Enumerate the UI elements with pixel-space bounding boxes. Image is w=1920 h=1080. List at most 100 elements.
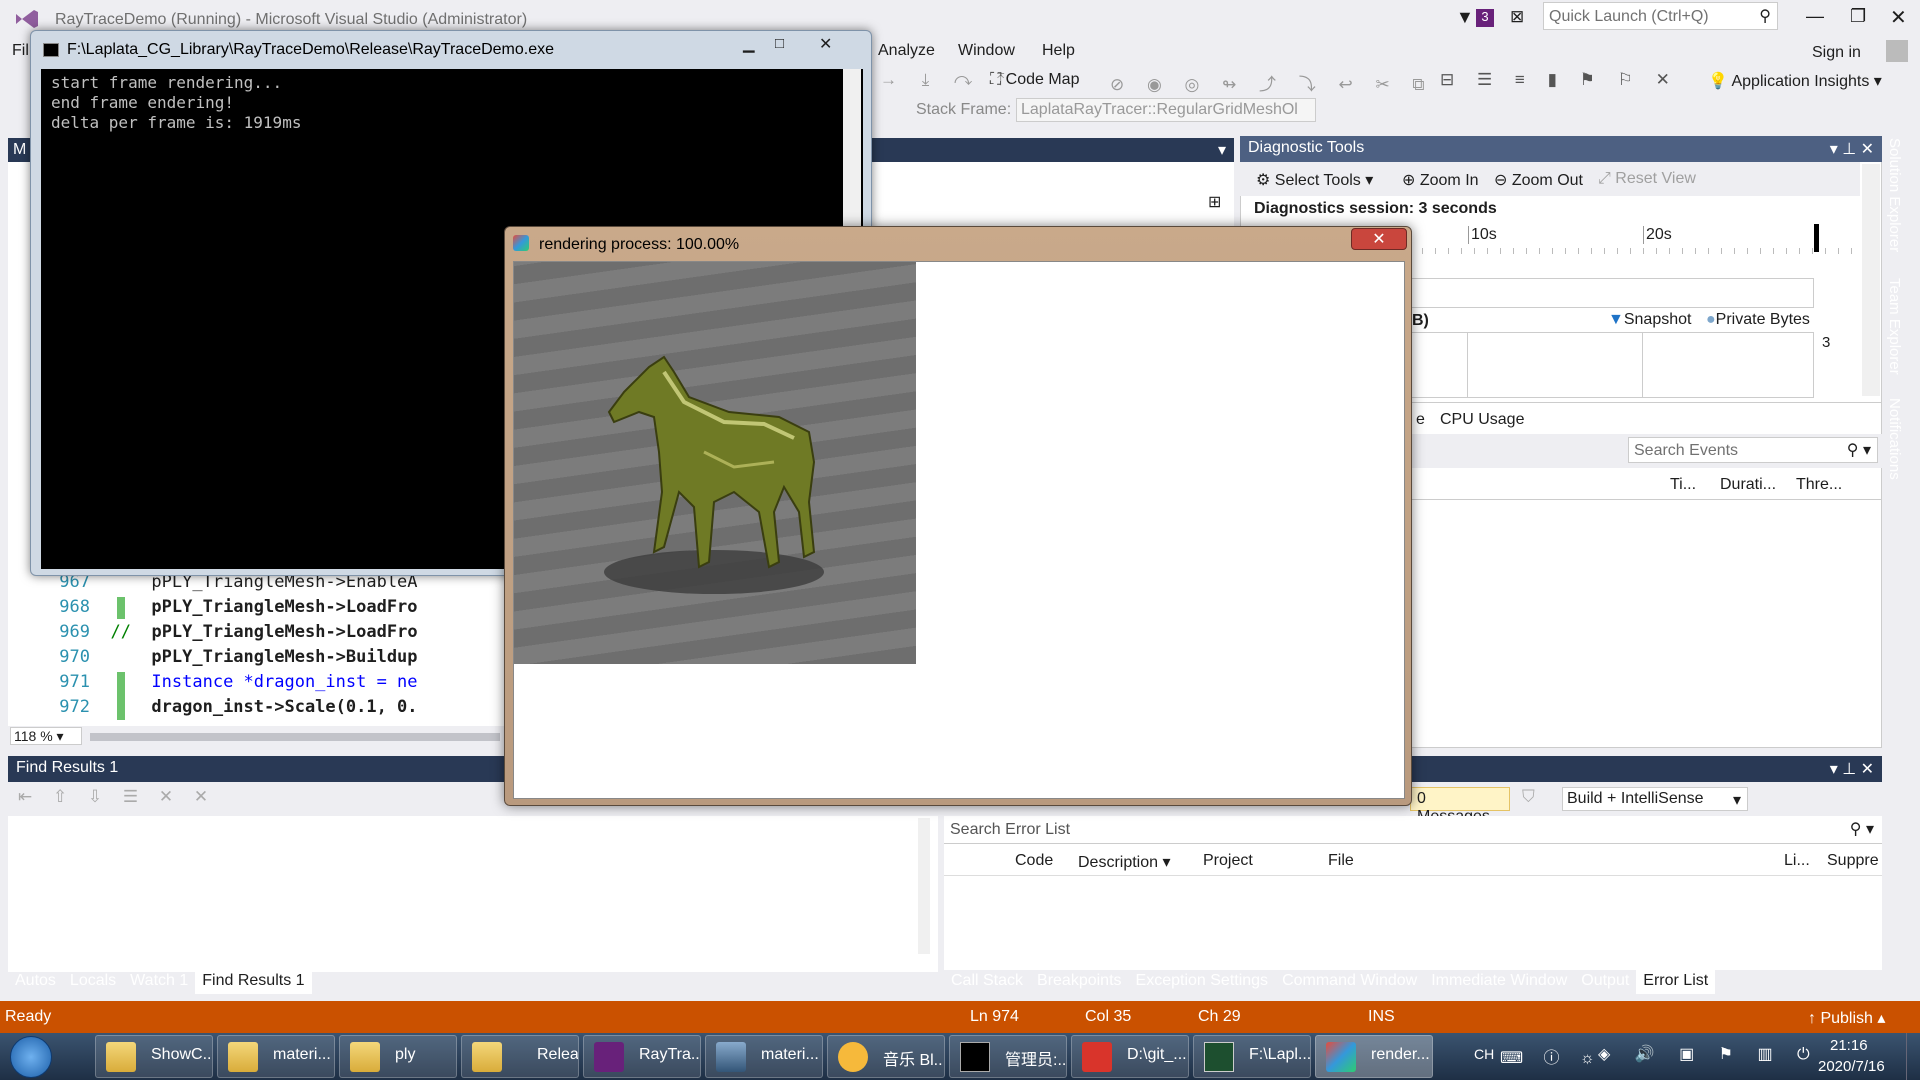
tab-output[interactable]: Output	[1574, 970, 1636, 994]
notification-badge[interactable]: 3	[1476, 9, 1494, 27]
diagnostic-tools-header: Diagnostic Tools ▾ ⊥ ✕	[1240, 136, 1882, 162]
private-bytes-legend-label: Private Bytes	[1715, 311, 1810, 328]
diagnostic-session-label: Diagnostics session: 3 seconds	[1254, 200, 1497, 217]
taskbar-item[interactable]: materi...	[217, 1035, 335, 1078]
account-avatar[interactable]	[1886, 40, 1908, 62]
filter-icon[interactable]: ▼	[1456, 7, 1474, 28]
tab-call-stack[interactable]: Call Stack	[944, 970, 1030, 994]
editor-tab[interactable]: M	[13, 141, 26, 159]
search-events-box[interactable]: Search Events ⚲ ▾	[1628, 437, 1878, 463]
tab-dropdown-icon[interactable]: ▾	[1218, 140, 1226, 160]
col-duration[interactable]: Durati...	[1720, 476, 1776, 494]
quick-launch-box[interactable]: Quick Launch (Ctrl+Q) ⚲	[1543, 2, 1778, 30]
toolbar-bookmark-icons[interactable]: ⊟ ☰ ≡ ▮ ⚑ ⚐ ✕	[1440, 70, 1679, 90]
menu-window[interactable]: Window	[958, 42, 1015, 60]
tab-exception-settings[interactable]: Exception Settings	[1129, 970, 1276, 994]
taskbar-item[interactable]: 管理员:...	[949, 1035, 1067, 1078]
console-minimize-button[interactable]: ▁	[743, 35, 755, 53]
zoom-out-button[interactable]: ⊖ Zoom Out	[1494, 170, 1583, 190]
col-time[interactable]: Ti...	[1670, 476, 1696, 494]
zoom-in-label: Zoom In	[1419, 172, 1479, 189]
col-description[interactable]: Description ▾	[1078, 852, 1171, 872]
taskbar-item[interactable]: D:\git_...	[1071, 1035, 1189, 1078]
taskbar-item[interactable]: materi...	[705, 1035, 823, 1078]
taskbar-item[interactable]: Release	[461, 1035, 579, 1078]
col-thread[interactable]: Thre...	[1796, 476, 1842, 494]
console-maximize-button[interactable]: □	[775, 35, 784, 52]
select-tools-button[interactable]: ⚙ Select Tools ▾	[1256, 170, 1373, 190]
clock-date[interactable]: 2020/7/16	[1818, 1058, 1885, 1075]
tab-watch-1[interactable]: Watch 1	[123, 970, 195, 994]
show-desktop-button[interactable]	[1906, 1033, 1920, 1080]
tab-events-partial[interactable]: e	[1416, 411, 1425, 429]
taskbar-item[interactable]: ply	[339, 1035, 457, 1078]
horizontal-scrollbar[interactable]	[90, 733, 500, 741]
render-close-button[interactable]: ✕	[1351, 228, 1407, 250]
menu-help[interactable]: Help	[1042, 42, 1075, 60]
tab-locals[interactable]: Locals	[63, 970, 123, 994]
tab-command-window[interactable]: Command Window	[1275, 970, 1424, 994]
minimize-button[interactable]: —	[1806, 6, 1824, 27]
snapshot-legend: ▼Snapshot	[1608, 311, 1691, 329]
col-line[interactable]: Li...	[1784, 852, 1810, 870]
taskbar-item[interactable]: 音乐 Bl...	[827, 1035, 945, 1078]
code-map-button[interactable]: ⛶ Code Map	[990, 71, 1079, 89]
search-error-list-box[interactable]: Search Error List ⚲ ▾	[944, 816, 1882, 844]
find-results-vscroll[interactable]	[918, 818, 930, 954]
tab-immediate-window[interactable]: Immediate Window	[1424, 970, 1574, 994]
find-results-body[interactable]	[8, 816, 938, 972]
application-insights-button[interactable]: 💡 Application Insights ▾	[1708, 71, 1882, 91]
side-tab-solution-explorer[interactable]: Solution Explorer	[1886, 138, 1903, 252]
console-close-button[interactable]: ✕	[819, 34, 832, 54]
vs-title-text: RayTraceDemo (Running) - Microsoft Visua…	[55, 11, 528, 28]
tray-language[interactable]: CH	[1474, 1046, 1494, 1062]
zoom-out-icon: ⊖	[1494, 172, 1508, 189]
timeline-cursor	[1814, 224, 1819, 252]
reset-view-button[interactable]: ⤢ Reset View	[1598, 170, 1696, 188]
taskbar-item[interactable]: ShowC...	[95, 1035, 213, 1078]
stack-frame-dropdown[interactable]: LaplataRayTracer::RegularGridMeshOl	[1016, 98, 1316, 122]
menu-analyze[interactable]: Analyze	[878, 42, 935, 60]
tab-cpu-usage[interactable]: CPU Usage	[1440, 411, 1524, 429]
build-filter-dropdown[interactable]: Build + IntelliSense ▾	[1562, 787, 1748, 811]
close-button[interactable]: ✕	[1890, 5, 1907, 30]
publish-button[interactable]: ↑ Publish ▴	[1808, 1008, 1885, 1028]
feedback-icon[interactable]: ⊠	[1510, 7, 1524, 27]
sign-in-link[interactable]: Sign in	[1812, 44, 1861, 62]
clock-time[interactable]: 21:16	[1830, 1037, 1868, 1054]
tray-app-icons[interactable]: ◈ 🔊 ▣ ⚑ ▥ ⏻	[1598, 1044, 1820, 1064]
restore-button[interactable]: ❐	[1850, 6, 1866, 27]
build-filter-value: Build + IntelliSense	[1567, 790, 1704, 807]
col-file[interactable]: File	[1328, 852, 1354, 870]
zoom-dropdown[interactable]: 118 % ▾	[10, 727, 82, 745]
diagnostic-vscroll[interactable]	[1862, 164, 1880, 396]
panel-controls[interactable]: ▾ ⊥ ✕	[1830, 139, 1874, 159]
toolbar-misc-icons[interactable]: ⊘ ◉ ◎ ↬ ⤴ ⤵ ↩ ✂ ⧉	[1110, 70, 1434, 95]
tray-icons[interactable]: ⌨ ⓘ ☼	[1500, 1044, 1603, 1068]
menu-file[interactable]: Fil	[12, 42, 29, 60]
col-code[interactable]: Code	[1015, 852, 1053, 870]
side-tab-notifications[interactable]: Notifications	[1886, 398, 1903, 480]
search-icon[interactable]: ⚲ ▾	[1850, 819, 1874, 839]
zoom-in-button[interactable]: ⊕ Zoom In	[1402, 170, 1479, 190]
quick-launch-input[interactable]: Quick Launch (Ctrl+Q)	[1549, 8, 1709, 26]
tab-autos[interactable]: Autos	[8, 970, 63, 994]
search-icon[interactable]: ⚲ ▾	[1847, 440, 1871, 460]
taskbar-item[interactable]: RayTra...	[583, 1035, 701, 1078]
messages-filter-button[interactable]: 0 Messages	[1410, 787, 1510, 825]
col-suppression[interactable]: Suppre	[1827, 852, 1879, 870]
tab-error-list[interactable]: Error List	[1636, 970, 1716, 994]
tab-find-results-1[interactable]: Find Results 1	[195, 970, 312, 994]
split-icon[interactable]: ⊞	[1208, 192, 1221, 212]
panel-controls[interactable]: ▾ ⊥ ✕	[1830, 759, 1874, 779]
search-icon[interactable]: ⚲	[1759, 6, 1771, 26]
search-error-list-input[interactable]: Search Error List	[950, 821, 1070, 839]
tab-breakpoints[interactable]: Breakpoints	[1030, 970, 1129, 994]
start-button[interactable]	[10, 1036, 52, 1078]
search-events-input[interactable]: Search Events	[1634, 442, 1738, 460]
side-tab-team-explorer[interactable]: Team Explorer	[1886, 278, 1903, 375]
taskbar-item[interactable]: render...	[1315, 1035, 1433, 1078]
filter-icon[interactable]: ⛉	[1522, 787, 1535, 807]
col-project[interactable]: Project	[1203, 852, 1253, 870]
taskbar-item[interactable]: F:\Lapl...	[1193, 1035, 1311, 1078]
